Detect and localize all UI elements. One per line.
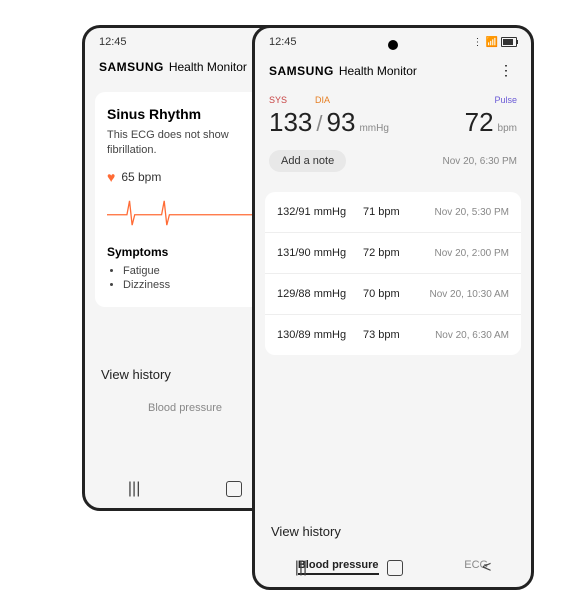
history-bpm: 71 bpm — [363, 206, 415, 218]
bp-labels-row: SYS DIA Pulse — [255, 91, 531, 107]
history-row[interactable]: 129/88 mmHg 70 bpm Nov 20, 10:30 AM — [265, 274, 521, 315]
phone-bp-screen: 12:45 ⋮ 📶 SAMSUNG Health Monitor ⋮ SYS D… — [252, 25, 534, 590]
history-time: Nov 20, 10:30 AM — [430, 289, 510, 300]
history-row[interactable]: 132/91 mmHg 71 bpm Nov 20, 5:30 PM — [265, 192, 521, 233]
pulse-label: Pulse — [494, 95, 517, 105]
bpm-row: ♥ 65 bpm — [107, 169, 263, 185]
sys-value: 133 — [269, 107, 312, 138]
status-time: 12:45 — [269, 36, 473, 48]
bpm-value: 65 bpm — [121, 170, 161, 184]
heart-icon: ♥ — [107, 169, 115, 185]
tab-blood-pressure[interactable]: Blood pressure — [148, 402, 222, 414]
history-bp: 132/91 mmHg — [277, 206, 363, 218]
sys-label: SYS — [269, 95, 287, 105]
battery-icon — [501, 37, 517, 47]
wifi-icon: ⋮ — [473, 37, 483, 48]
history-bpm: 73 bpm — [363, 329, 415, 341]
nav-bar: ||| < — [255, 549, 531, 583]
pulse-unit: bpm — [498, 123, 517, 134]
home-button[interactable] — [387, 560, 403, 576]
view-history-button[interactable]: View history — [255, 512, 531, 551]
symptom-item: Fatigue — [123, 265, 263, 277]
more-options-icon[interactable]: ⋮ — [495, 60, 517, 81]
history-time: Nov 20, 6:30 AM — [435, 330, 509, 341]
brand-logo: SAMSUNG — [269, 64, 334, 78]
symptoms-title: Symptoms — [107, 245, 263, 259]
bp-values-row: 133 / 93 mmHg 72 bpm — [255, 107, 531, 150]
bp-unit: mmHg — [359, 123, 388, 134]
symptom-item: Dizziness — [123, 279, 263, 291]
brand-logo: SAMSUNG — [99, 60, 164, 74]
history-bp: 131/90 mmHg — [277, 247, 363, 259]
history-row[interactable]: 130/89 mmHg 73 bpm Nov 20, 6:30 AM — [265, 315, 521, 355]
history-bp: 129/88 mmHg — [277, 288, 363, 300]
sinus-rhythm-desc: This ECG does not show fibrillation. — [107, 128, 263, 159]
status-icons: ⋮ 📶 — [473, 37, 517, 48]
history-bp: 130/89 mmHg — [277, 329, 363, 341]
recents-button[interactable]: ||| — [128, 480, 140, 498]
history-bpm: 72 bpm — [363, 247, 415, 259]
note-row: Add a note Nov 20, 6:30 PM — [255, 150, 531, 184]
reading-time: Nov 20, 6:30 PM — [443, 156, 517, 167]
dia-label: DIA — [315, 95, 330, 105]
history-row[interactable]: 131/90 mmHg 72 bpm Nov 20, 2:00 PM — [265, 233, 521, 274]
history-time: Nov 20, 5:30 PM — [435, 207, 509, 218]
history-list[interactable]: 132/91 mmHg 71 bpm Nov 20, 5:30 PM 131/9… — [265, 192, 521, 355]
sinus-rhythm-title: Sinus Rhythm — [107, 106, 263, 122]
history-time: Nov 20, 2:00 PM — [435, 248, 509, 259]
app-title: Health Monitor — [169, 60, 247, 74]
symptoms-list: Fatigue Dizziness — [107, 265, 263, 291]
history-bpm: 70 bpm — [363, 288, 415, 300]
camera-cutout — [388, 40, 398, 50]
pulse-value: 72 — [465, 107, 494, 138]
signal-icon: 📶 — [486, 37, 498, 48]
home-button[interactable] — [226, 481, 242, 497]
back-button[interactable]: < — [482, 559, 491, 577]
bp-separator: / — [316, 111, 322, 137]
add-note-button[interactable]: Add a note — [269, 150, 346, 172]
ecg-waveform — [107, 193, 263, 233]
app-title: Health Monitor — [339, 64, 417, 78]
app-header: SAMSUNG Health Monitor ⋮ — [255, 56, 531, 91]
ecg-card: Sinus Rhythm This ECG does not show fibr… — [95, 92, 275, 307]
status-time: 12:45 — [99, 36, 271, 48]
dia-value: 93 — [327, 107, 356, 138]
recents-button[interactable]: ||| — [295, 559, 307, 577]
